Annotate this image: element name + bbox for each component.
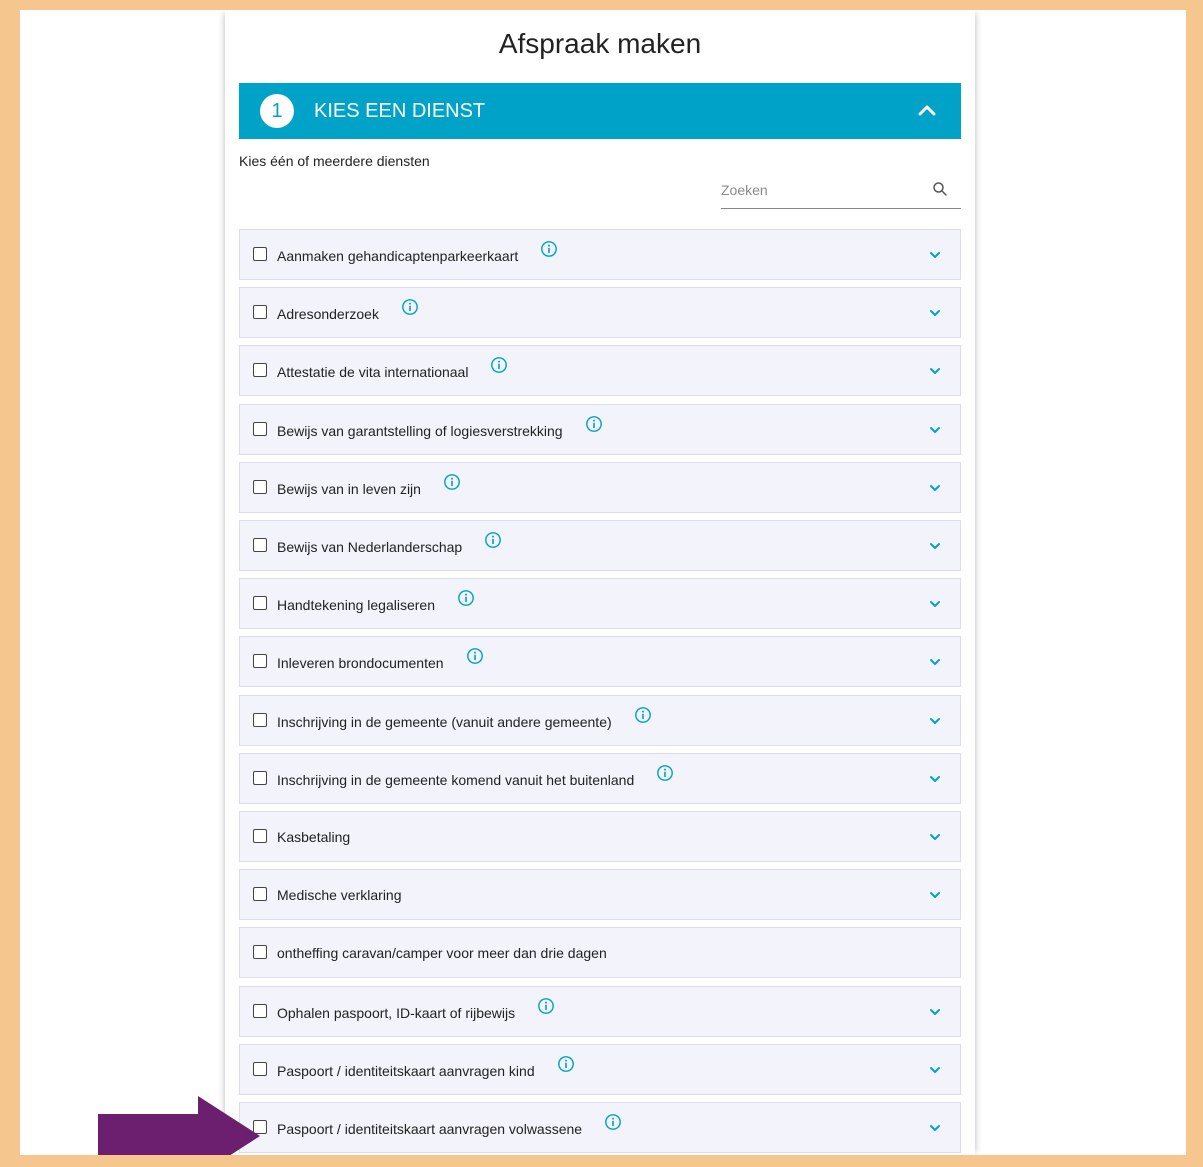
service-checkbox[interactable] — [253, 654, 267, 668]
service-label[interactable]: Kasbetaling — [277, 828, 350, 846]
info-icon[interactable] — [490, 356, 508, 374]
chevron-up-icon[interactable] — [915, 99, 939, 123]
chevron-down-icon[interactable] — [928, 539, 942, 553]
chevron-down-icon[interactable] — [928, 1121, 942, 1135]
service-label[interactable]: Bewijs van garantstelling of logiesverst… — [277, 416, 603, 440]
service-row[interactable]: Bewijs van Nederlanderschap — [239, 520, 961, 571]
instruction-text: Kies één of meerdere diensten — [239, 153, 430, 169]
chevron-down-icon[interactable] — [928, 248, 942, 262]
service-checkbox[interactable] — [253, 713, 267, 727]
service-checkbox[interactable] — [253, 422, 267, 436]
service-label[interactable]: Paspoort / identiteitskaart aanvragen ki… — [277, 1056, 575, 1080]
service-checkbox[interactable] — [253, 305, 267, 319]
info-icon[interactable] — [457, 589, 475, 607]
service-row[interactable]: ontheffing caravan/camper voor meer dan … — [239, 927, 961, 978]
info-icon[interactable] — [540, 240, 558, 258]
info-icon[interactable] — [466, 647, 484, 665]
info-icon[interactable] — [656, 764, 674, 782]
annotation-arrow — [98, 1096, 260, 1155]
chevron-down-icon[interactable] — [928, 306, 942, 320]
service-label[interactable]: Paspoort / identiteitskaart aanvragen vo… — [277, 1114, 622, 1138]
service-label[interactable]: Adresonderzoek — [277, 299, 419, 323]
service-row[interactable]: Adresonderzoek — [239, 287, 961, 338]
chevron-down-icon[interactable] — [928, 655, 942, 669]
chevron-down-icon[interactable] — [928, 772, 942, 786]
chevron-down-icon[interactable] — [928, 714, 942, 728]
service-checkbox[interactable] — [253, 480, 267, 494]
service-checkbox[interactable] — [253, 363, 267, 377]
chevron-down-icon[interactable] — [928, 1063, 942, 1077]
service-label[interactable]: Handtekening legaliseren — [277, 590, 475, 614]
chevron-down-icon[interactable] — [928, 481, 942, 495]
chevron-down-icon[interactable] — [928, 597, 942, 611]
service-label[interactable]: Ophalen paspoort, ID-kaart of rijbewijs — [277, 998, 555, 1022]
service-checkbox[interactable] — [253, 945, 267, 959]
chevron-down-icon[interactable] — [928, 888, 942, 902]
service-row[interactable]: Bewijs van in leven zijn — [239, 462, 961, 513]
chevron-down-icon[interactable] — [928, 1005, 942, 1019]
service-checkbox[interactable] — [253, 538, 267, 552]
info-icon[interactable] — [484, 531, 502, 549]
service-row[interactable]: Aanmaken gehandicaptenparkeerkaart — [239, 229, 961, 280]
search-box — [721, 176, 961, 209]
info-icon[interactable] — [604, 1113, 622, 1131]
service-label[interactable]: Medische verklaring — [277, 886, 402, 904]
service-row[interactable]: Paspoort / identiteitskaart aanvragen vo… — [239, 1102, 961, 1153]
service-row[interactable]: Handtekening legaliseren — [239, 578, 961, 629]
service-row[interactable]: Inleveren brondocumenten — [239, 636, 961, 687]
service-label[interactable]: ontheffing caravan/camper voor meer dan … — [277, 944, 607, 962]
info-icon[interactable] — [585, 415, 603, 433]
service-row[interactable]: Medische verklaring — [239, 869, 961, 920]
service-label[interactable]: Attestatie de vita internationaal — [277, 357, 508, 381]
service-row[interactable]: Kasbetaling — [239, 811, 961, 862]
step-title: KIES EEN DIENST — [314, 100, 486, 122]
service-checkbox[interactable] — [253, 596, 267, 610]
service-label[interactable]: Inschrijving in de gemeente (vanuit ande… — [277, 707, 652, 731]
service-label[interactable]: Aanmaken gehandicaptenparkeerkaart — [277, 241, 558, 265]
service-row[interactable]: Inschrijving in de gemeente komend vanui… — [239, 753, 961, 804]
step-header[interactable]: 1 KIES EEN DIENST — [239, 83, 961, 139]
info-icon[interactable] — [557, 1055, 575, 1073]
screenshot-frame: Afspraak maken 1 KIES EEN DIENST Kies éé… — [20, 10, 1186, 1155]
service-checkbox[interactable] — [253, 1062, 267, 1076]
chevron-down-icon[interactable] — [928, 364, 942, 378]
service-checkbox[interactable] — [253, 887, 267, 901]
info-icon[interactable] — [401, 298, 419, 316]
search-input[interactable] — [721, 176, 921, 204]
service-label[interactable]: Inleveren brondocumenten — [277, 648, 484, 672]
info-icon[interactable] — [537, 997, 555, 1015]
page-title: Afspraak maken — [498, 28, 702, 59]
service-label[interactable]: Inschrijving in de gemeente komend vanui… — [277, 765, 674, 789]
service-checkbox[interactable] — [253, 1004, 267, 1018]
service-label[interactable]: Bewijs van in leven zijn — [277, 474, 461, 498]
chevron-down-icon[interactable] — [928, 830, 942, 844]
service-label[interactable]: Bewijs van Nederlanderschap — [277, 532, 502, 556]
search-icon[interactable] — [931, 180, 949, 198]
service-checkbox[interactable] — [253, 771, 267, 785]
service-row[interactable]: Attestatie de vita internationaal — [239, 345, 961, 396]
info-icon[interactable] — [443, 473, 461, 491]
appointment-panel: Afspraak maken 1 KIES EEN DIENST Kies éé… — [225, 10, 975, 1155]
service-row[interactable]: Bewijs van garantstelling of logiesverst… — [239, 404, 961, 455]
info-icon[interactable] — [634, 706, 652, 724]
service-checkbox[interactable] — [253, 247, 267, 261]
service-checkbox[interactable] — [253, 829, 267, 843]
step-number-badge: 1 — [260, 94, 294, 128]
service-row[interactable]: Inschrijving in de gemeente (vanuit ande… — [239, 695, 961, 746]
service-row[interactable]: Ophalen paspoort, ID-kaart of rijbewijs — [239, 986, 961, 1037]
service-row[interactable]: Paspoort / identiteitskaart aanvragen ki… — [239, 1044, 961, 1095]
chevron-down-icon[interactable] — [928, 423, 942, 437]
